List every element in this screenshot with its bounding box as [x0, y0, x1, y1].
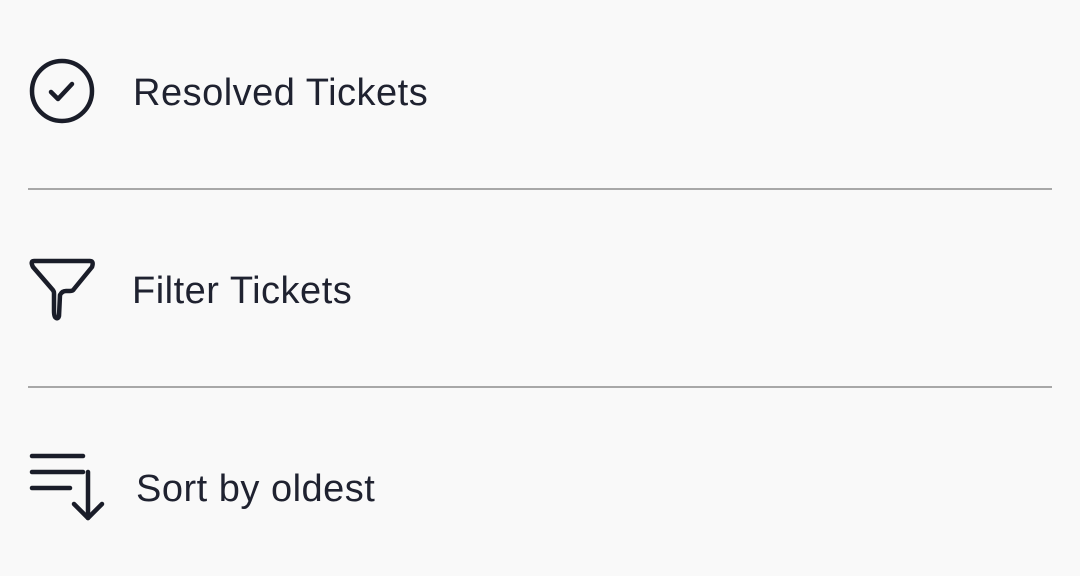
menu-item-resolved-tickets[interactable]: Resolved Tickets: [0, 32, 1080, 152]
menu-item-label: Resolved Tickets: [133, 72, 429, 114]
menu-item-label: Filter Tickets: [132, 270, 353, 312]
filter-icon: [29, 258, 95, 321]
menu-item-filter-tickets[interactable]: Filter Tickets: [0, 230, 1080, 350]
divider: [28, 386, 1052, 388]
ticket-options-menu: Resolved Tickets Filter Tickets Sort by …: [0, 0, 1080, 576]
sort-descending-icon: [29, 453, 105, 521]
divider: [28, 188, 1052, 190]
check-circle-icon: [29, 58, 95, 124]
menu-item-sort-by-oldest[interactable]: Sort by oldest: [0, 428, 1080, 548]
menu-item-label: Sort by oldest: [136, 468, 376, 510]
